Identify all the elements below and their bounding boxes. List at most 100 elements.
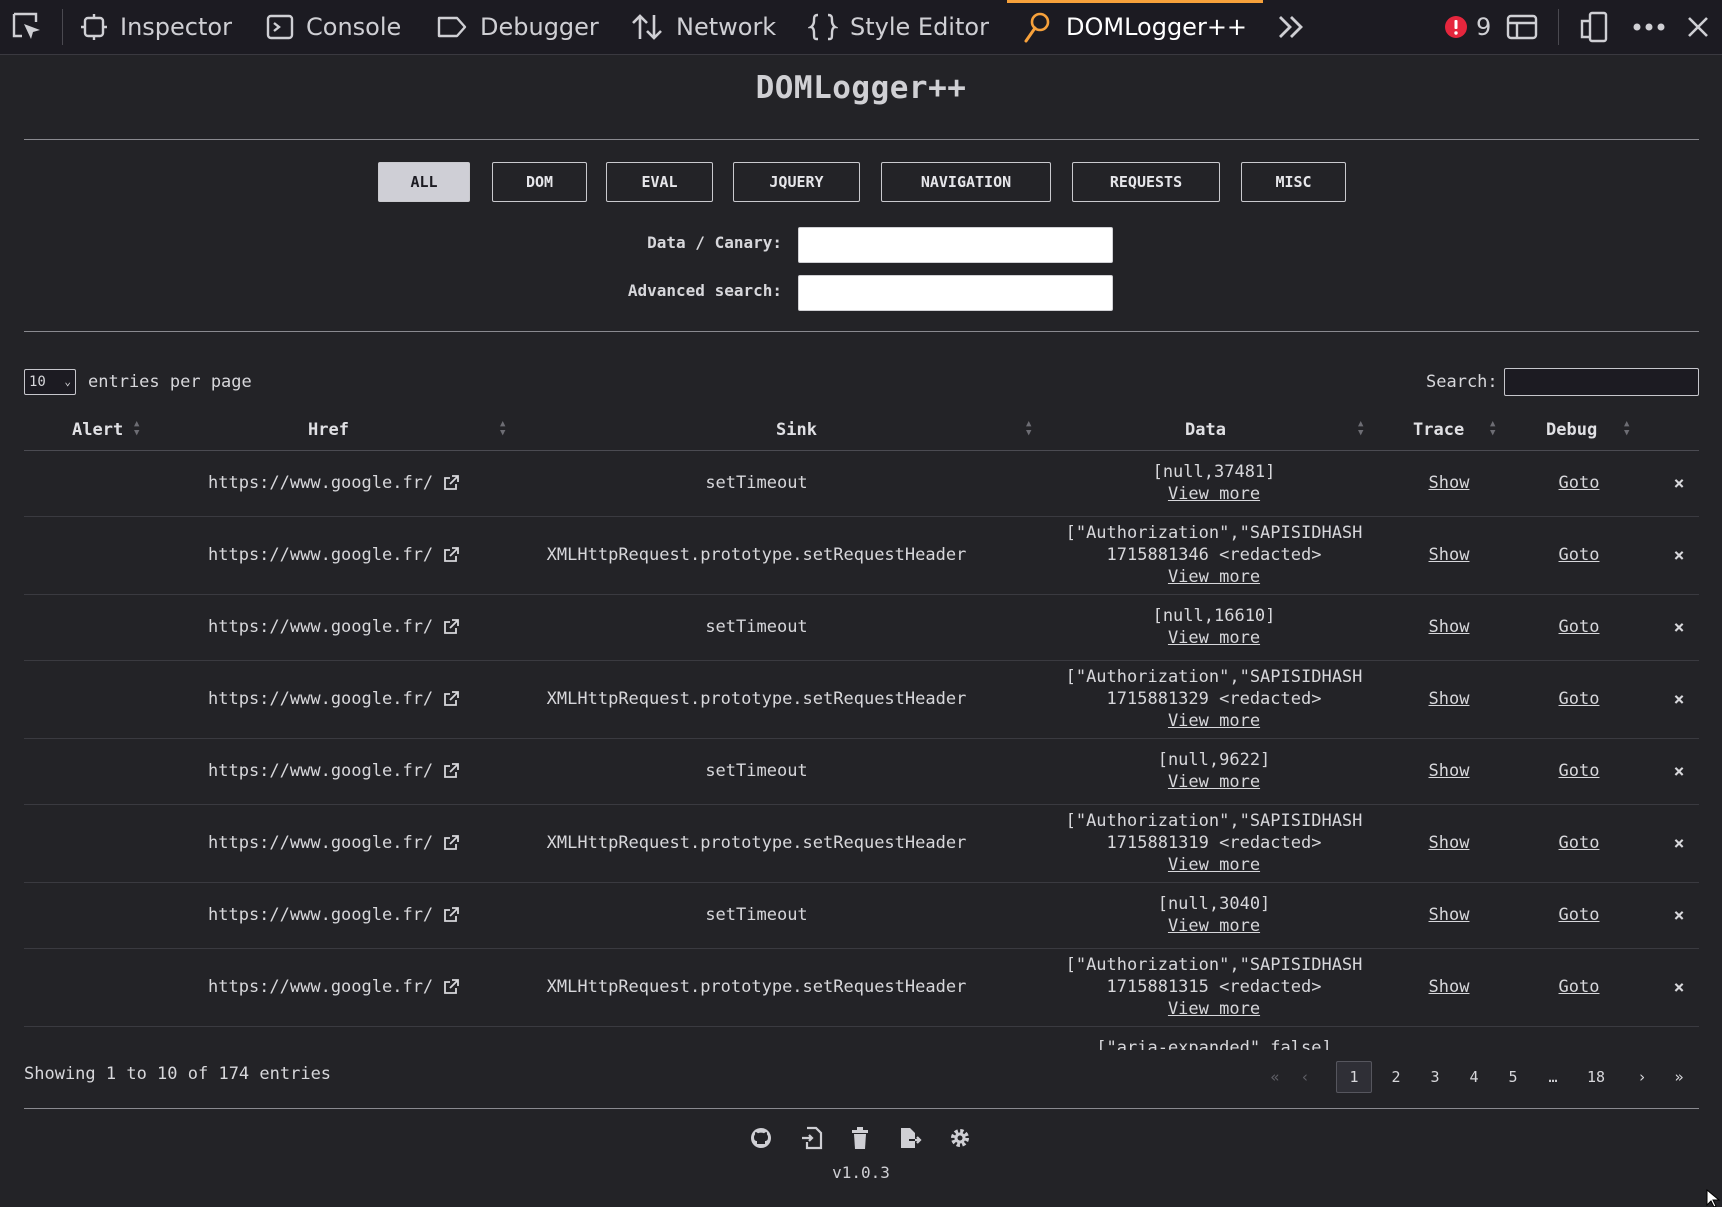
- href-link[interactable]: https://www.google.fr/: [208, 1049, 433, 1050]
- page-button-4[interactable]: 4: [1456, 1061, 1492, 1093]
- show-trace-link[interactable]: Show: [1429, 905, 1470, 925]
- href-link[interactable]: https://www.google.fr/: [208, 977, 433, 997]
- delete-row-button[interactable]: ×: [1669, 660, 1689, 738]
- external-link-icon[interactable]: [443, 619, 460, 635]
- delete-row-button[interactable]: ×: [1669, 738, 1689, 804]
- delete-row-button[interactable]: ×: [1669, 948, 1689, 1026]
- show-trace-link[interactable]: Show: [1429, 545, 1470, 565]
- view-more-link[interactable]: View more: [1168, 915, 1260, 937]
- next-page-button[interactable]: ›: [1627, 1061, 1657, 1093]
- dock-options-button[interactable]: [1506, 0, 1538, 54]
- tab-debugger[interactable]: Debugger: [436, 0, 599, 54]
- goto-debug-link[interactable]: Goto: [1559, 833, 1600, 853]
- show-trace-link[interactable]: Show: [1429, 1049, 1470, 1050]
- view-more-link[interactable]: View more: [1168, 566, 1260, 588]
- column-header-data[interactable]: Data: [1185, 410, 1226, 450]
- show-trace-link[interactable]: Show: [1429, 833, 1470, 853]
- view-more-link[interactable]: View more: [1168, 771, 1260, 793]
- goto-debug-link[interactable]: Goto: [1559, 1049, 1600, 1050]
- external-link-icon[interactable]: [443, 547, 460, 563]
- tab-console[interactable]: Console: [266, 0, 401, 54]
- filter-eval-button[interactable]: EVAL: [606, 162, 713, 202]
- href-link[interactable]: https://www.google.fr/: [208, 545, 433, 565]
- goto-debug-link[interactable]: Goto: [1559, 617, 1600, 637]
- view-more-link[interactable]: View more: [1168, 998, 1260, 1020]
- column-header-href[interactable]: Href: [308, 410, 349, 450]
- more-tabs-button[interactable]: [1276, 0, 1306, 54]
- href-link[interactable]: https://www.google.fr/: [208, 833, 433, 853]
- error-count-badge[interactable]: 9: [1444, 0, 1491, 54]
- inspector-icon: [81, 14, 107, 40]
- external-link-icon[interactable]: [443, 763, 460, 779]
- filter-requests-button[interactable]: REQUESTS: [1072, 162, 1220, 202]
- delete-row-button[interactable]: ×: [1669, 450, 1689, 516]
- close-devtools-button[interactable]: [1686, 0, 1710, 54]
- delete-row-button[interactable]: ×: [1669, 804, 1689, 882]
- filter-jquery-button[interactable]: JQUERY: [733, 162, 860, 202]
- settings-icon[interactable]: [948, 1126, 972, 1150]
- external-link-icon[interactable]: [443, 907, 460, 923]
- debugger-icon: [437, 16, 467, 38]
- element-picker-button[interactable]: [10, 0, 44, 54]
- goto-debug-link[interactable]: Goto: [1559, 761, 1600, 781]
- page-button-3[interactable]: 3: [1417, 1061, 1453, 1093]
- show-trace-link[interactable]: Show: [1429, 473, 1470, 493]
- href-link[interactable]: https://www.google.fr/: [208, 689, 433, 709]
- filter-all-button[interactable]: ALL: [378, 162, 470, 202]
- responsive-design-button[interactable]: [1578, 0, 1610, 54]
- column-header-alert[interactable]: Alert: [72, 410, 123, 450]
- external-link-icon[interactable]: [443, 835, 460, 851]
- show-trace-link[interactable]: Show: [1429, 761, 1470, 781]
- href-link[interactable]: https://www.google.fr/: [208, 473, 433, 493]
- delete-row-button[interactable]: ×: [1669, 1026, 1689, 1051]
- delete-row-button[interactable]: ×: [1669, 882, 1689, 948]
- filter-navigation-button[interactable]: NAVIGATION: [881, 162, 1051, 202]
- export-icon[interactable]: [898, 1126, 922, 1150]
- goto-debug-link[interactable]: Goto: [1559, 473, 1600, 493]
- href-link[interactable]: https://www.google.fr/: [208, 761, 433, 781]
- show-trace-link[interactable]: Show: [1429, 689, 1470, 709]
- more-options-button[interactable]: [1632, 0, 1666, 54]
- href-link[interactable]: https://www.google.fr/: [208, 905, 433, 925]
- import-icon[interactable]: [800, 1126, 824, 1150]
- entries-per-page-select[interactable]: 10 ⌄: [24, 369, 76, 395]
- goto-debug-link[interactable]: Goto: [1559, 689, 1600, 709]
- external-link-icon[interactable]: [443, 979, 460, 995]
- view-more-link[interactable]: View more: [1168, 854, 1260, 876]
- advanced-search-input[interactable]: [798, 275, 1113, 311]
- view-more-link[interactable]: View more: [1168, 627, 1260, 649]
- delete-row-button[interactable]: ×: [1669, 594, 1689, 660]
- tab-domlogger[interactable]: DOMLogger++: [1022, 0, 1247, 54]
- column-header-sink[interactable]: Sink: [776, 410, 817, 450]
- href-link[interactable]: https://www.google.fr/: [208, 617, 433, 637]
- tab-style-editor[interactable]: Style Editor: [808, 0, 989, 54]
- external-link-icon[interactable]: [443, 691, 460, 707]
- first-page-button[interactable]: «: [1260, 1061, 1290, 1093]
- last-page-button[interactable]: »: [1664, 1061, 1694, 1093]
- goto-debug-link[interactable]: Goto: [1559, 905, 1600, 925]
- filter-misc-button[interactable]: MISC: [1241, 162, 1346, 202]
- filter-dom-button[interactable]: DOM: [492, 162, 587, 202]
- view-more-link[interactable]: View more: [1168, 483, 1260, 505]
- page-button-1[interactable]: 1: [1336, 1061, 1372, 1093]
- show-trace-link[interactable]: Show: [1429, 977, 1470, 997]
- table-search-input[interactable]: [1504, 368, 1699, 396]
- column-header-debug[interactable]: Debug: [1546, 410, 1597, 450]
- trash-icon[interactable]: [848, 1126, 872, 1150]
- data-canary-input[interactable]: [798, 227, 1113, 263]
- column-header-trace[interactable]: Trace: [1413, 410, 1464, 450]
- goto-debug-link[interactable]: Goto: [1559, 977, 1600, 997]
- page-button-5[interactable]: 5: [1495, 1061, 1531, 1093]
- goto-debug-link[interactable]: Goto: [1559, 545, 1600, 565]
- view-more-link[interactable]: View more: [1168, 710, 1260, 732]
- show-trace-link[interactable]: Show: [1429, 617, 1470, 637]
- tab-network[interactable]: Network: [630, 0, 776, 54]
- previous-page-button[interactable]: ‹: [1290, 1061, 1320, 1093]
- page-button-2[interactable]: 2: [1378, 1061, 1414, 1093]
- external-link-icon[interactable]: [443, 475, 460, 491]
- delete-row-button[interactable]: ×: [1669, 516, 1689, 594]
- page-button-18[interactable]: 18: [1574, 1061, 1618, 1093]
- tab-inspector[interactable]: Inspector: [80, 0, 232, 54]
- close-icon: ×: [1673, 904, 1685, 926]
- github-icon[interactable]: [749, 1126, 773, 1150]
